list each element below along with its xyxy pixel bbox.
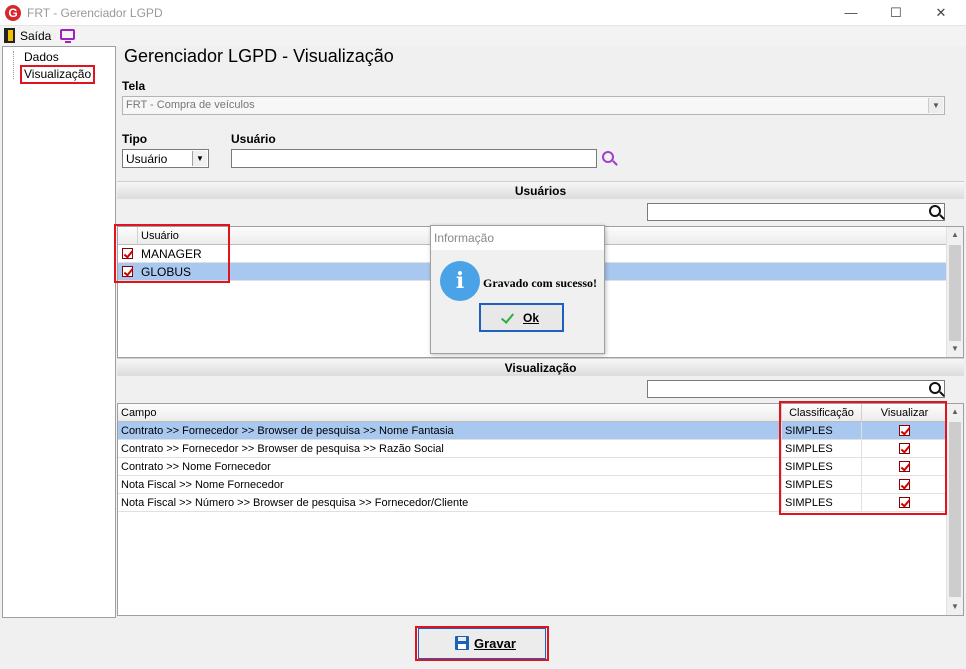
sidebar-item-dados[interactable]: Dados bbox=[24, 50, 59, 64]
chevron-down-icon[interactable]: ▼ bbox=[928, 98, 943, 113]
ok-button-label: Ok bbox=[523, 311, 540, 325]
monitor-icon[interactable] bbox=[60, 29, 75, 43]
visualization-scrollbar[interactable]: ▲ ▼ bbox=[946, 404, 963, 615]
app-logo-icon: G bbox=[5, 5, 21, 21]
usuario-label: Usuário bbox=[231, 132, 276, 146]
search-icon[interactable] bbox=[929, 205, 941, 217]
tipo-select[interactable]: Usuário ▼ bbox=[122, 149, 209, 168]
tipo-label: Tipo bbox=[122, 132, 148, 146]
minimize-button[interactable]: — bbox=[828, 0, 874, 26]
search-icon[interactable] bbox=[602, 151, 614, 163]
floppy-disk-icon bbox=[455, 636, 469, 650]
scroll-thumb[interactable] bbox=[949, 245, 961, 341]
sidebar-tree: Dados Visualização bbox=[2, 46, 116, 618]
chevron-down-icon[interactable]: ▼ bbox=[192, 151, 207, 166]
exit-button[interactable]: Saída bbox=[20, 29, 51, 43]
row-campo: Contrato >> Fornecedor >> Browser de pes… bbox=[118, 440, 782, 458]
tela-value: FRT - Compra de veículos bbox=[126, 99, 255, 111]
tela-combo[interactable]: FRT - Compra de veículos ▼ bbox=[122, 96, 945, 115]
row-campo: Nota Fiscal >> Número >> Browser de pesq… bbox=[118, 494, 782, 512]
checkmark-icon bbox=[500, 310, 515, 324]
users-scrollbar[interactable]: ▲ ▼ bbox=[946, 227, 963, 357]
scroll-down-icon[interactable]: ▼ bbox=[947, 341, 963, 357]
ok-button[interactable]: Ok bbox=[479, 303, 564, 332]
visualization-section-header: Visualização bbox=[117, 358, 964, 376]
scroll-up-icon[interactable]: ▲ bbox=[947, 227, 963, 243]
page-title: Gerenciador LGPD - Visualização bbox=[124, 46, 394, 66]
highlight-frame bbox=[779, 401, 947, 515]
info-icon: i bbox=[440, 261, 480, 301]
save-button-label: Gravar bbox=[474, 636, 516, 651]
info-dialog: Informação i Gravado com sucesso! Ok bbox=[430, 225, 605, 354]
row-campo: Contrato >> Nome Fornecedor bbox=[118, 458, 782, 476]
dialog-title: Informação bbox=[431, 226, 604, 250]
users-search-input[interactable] bbox=[647, 203, 945, 221]
exit-door-icon[interactable] bbox=[4, 28, 15, 43]
scroll-thumb[interactable] bbox=[949, 422, 961, 597]
row-campo: Contrato >> Fornecedor >> Browser de pes… bbox=[118, 422, 782, 440]
highlight-frame bbox=[114, 224, 230, 283]
usuario-input[interactable] bbox=[231, 149, 597, 168]
search-icon[interactable] bbox=[929, 382, 941, 394]
column-header-campo[interactable]: Campo bbox=[118, 404, 782, 422]
highlight-frame bbox=[20, 65, 95, 84]
toolbar: Saída bbox=[0, 26, 966, 46]
dialog-message: Gravado com sucesso! bbox=[483, 276, 597, 290]
scroll-up-icon[interactable]: ▲ bbox=[947, 404, 963, 420]
title-bar: G FRT - Gerenciador LGPD — ☐ ✕ bbox=[0, 0, 966, 26]
close-button[interactable]: ✕ bbox=[918, 0, 964, 26]
save-button[interactable]: Gravar bbox=[418, 628, 546, 659]
row-campo: Nota Fiscal >> Nome Fornecedor bbox=[118, 476, 782, 494]
window-title: FRT - Gerenciador LGPD bbox=[27, 6, 163, 20]
tela-label: Tela bbox=[122, 79, 146, 93]
tree-connector bbox=[13, 51, 14, 79]
users-section-header: Usuários bbox=[117, 181, 964, 199]
tipo-value: Usuário bbox=[126, 152, 168, 166]
visualization-search-input[interactable] bbox=[647, 380, 945, 398]
maximize-button[interactable]: ☐ bbox=[873, 0, 919, 26]
scroll-down-icon[interactable]: ▼ bbox=[947, 599, 963, 615]
